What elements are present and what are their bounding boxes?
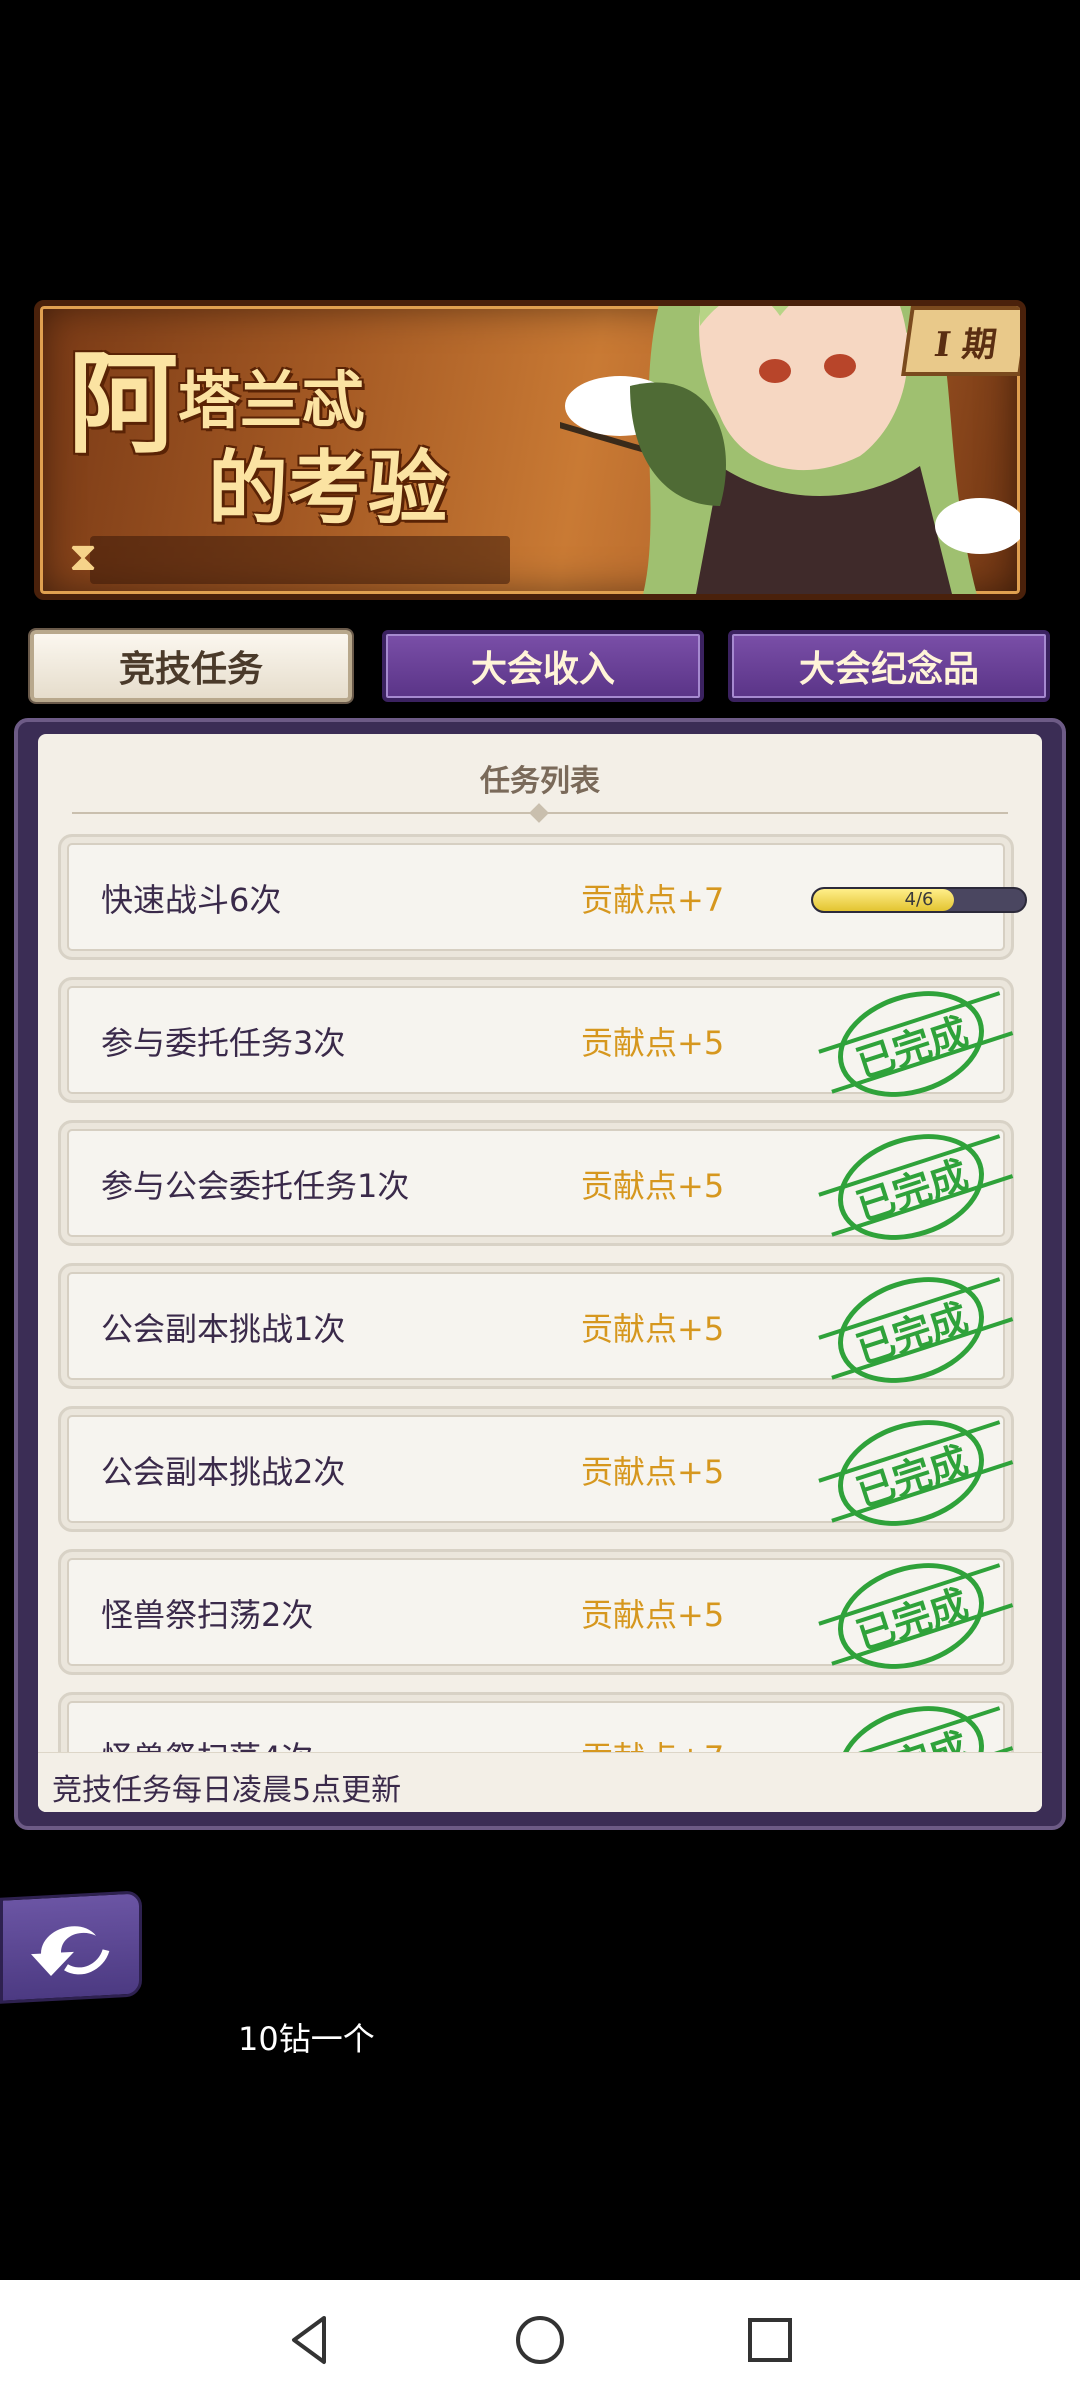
back-arrow-icon xyxy=(31,1926,110,1977)
task-row: 参与委托任务3次 贡献点+5 已完成 xyxy=(58,973,1014,1115)
tab-convention-souvenirs[interactable]: 大会纪念品 xyxy=(728,630,1050,702)
tab-convention-income[interactable]: 大会收入 xyxy=(382,630,704,702)
task-progress-bar: 4/6 xyxy=(811,887,1027,913)
task-row: 怪兽祭扫荡2次 贡献点+5 已完成 xyxy=(58,1545,1014,1687)
task-row: 快速战斗6次 贡献点+7 4/6 xyxy=(58,834,1027,960)
task-panel: 任务列表 快速战斗6次 贡献点+7 4/6 参与委托任务3次 贡献点+5 已完成… xyxy=(14,718,1066,1830)
back-button[interactable] xyxy=(0,1890,142,2004)
tab-arena-tasks[interactable]: 竞技任务 xyxy=(30,630,352,702)
task-name: 怪兽祭扫荡4次 xyxy=(101,1695,313,1752)
task-row: 公会副本挑战2次 贡献点+5 已完成 xyxy=(58,1402,1014,1544)
task-reward: 贡献点+5 xyxy=(581,1453,725,1491)
task-progress-text: 4/6 xyxy=(904,889,934,910)
refresh-note: 竞技任务每日凌晨5点更新 xyxy=(52,1773,402,1808)
completed-stamp: 已完成 xyxy=(824,1402,998,1544)
banner-timer-strip xyxy=(90,536,510,584)
hourglass-icon: ⧗ xyxy=(68,534,98,580)
task-name: 公会副本挑战2次 xyxy=(101,1453,346,1491)
note-text: 10钻一个 xyxy=(238,2020,375,2058)
task-reward: 贡献点+5 xyxy=(581,1310,725,1348)
banner-title-line1: 阿 xyxy=(68,339,178,468)
task-name: 快速战斗6次 xyxy=(101,881,282,919)
task-reward: 贡献点+5 xyxy=(581,1167,725,1205)
task-list[interactable]: 快速战斗6次 贡献点+7 4/6 参与委托任务3次 贡献点+5 已完成 参与公会… xyxy=(38,834,1042,1752)
task-row: 怪兽祭扫荡4次 贡献点+7 已完成 xyxy=(58,1688,1014,1752)
banner-title-line3: 的考验 xyxy=(208,441,448,535)
completed-stamp: 已完成 xyxy=(824,1545,998,1687)
completed-stamp: 已完成 xyxy=(824,1688,998,1752)
task-name: 怪兽祭扫荡2次 xyxy=(101,1596,314,1634)
completed-stamp: 已完成 xyxy=(824,1259,998,1401)
nav-back-icon[interactable] xyxy=(280,2310,340,2370)
task-name: 参与委托任务3次 xyxy=(101,1024,346,1062)
nav-home-icon[interactable] xyxy=(510,2310,570,2370)
task-reward: 贡献点+5 xyxy=(581,1596,725,1634)
task-panel-inner: 任务列表 快速战斗6次 贡献点+7 4/6 参与委托任务3次 贡献点+5 已完成… xyxy=(38,734,1042,1812)
completed-stamp: 已完成 xyxy=(824,973,998,1115)
task-name: 参与公会委托任务1次 xyxy=(101,1167,410,1205)
task-row: 公会副本挑战1次 贡献点+5 已完成 xyxy=(58,1259,1014,1401)
nav-recents-icon[interactable] xyxy=(740,2310,800,2370)
task-row: 参与公会委托任务1次 贡献点+5 已完成 xyxy=(58,1116,1014,1258)
task-reward: 贡献点+7 xyxy=(581,1695,724,1752)
task-reward: 贡献点+5 xyxy=(581,1024,725,1062)
task-name: 公会副本挑战1次 xyxy=(101,1310,346,1348)
event-banner: ⧗ 阿 塔兰忒 的考验 I 期 xyxy=(34,300,1026,600)
panel-footer: 竞技任务每日凌晨5点更新 xyxy=(38,1752,1042,1812)
period-badge: I 期 xyxy=(901,306,1020,376)
panel-title: 任务列表 xyxy=(480,764,600,799)
system-navigation-bar xyxy=(0,2280,1080,2400)
task-reward: 贡献点+7 xyxy=(581,881,725,919)
completed-stamp: 已完成 xyxy=(824,1116,998,1258)
panel-divider xyxy=(72,812,1008,814)
